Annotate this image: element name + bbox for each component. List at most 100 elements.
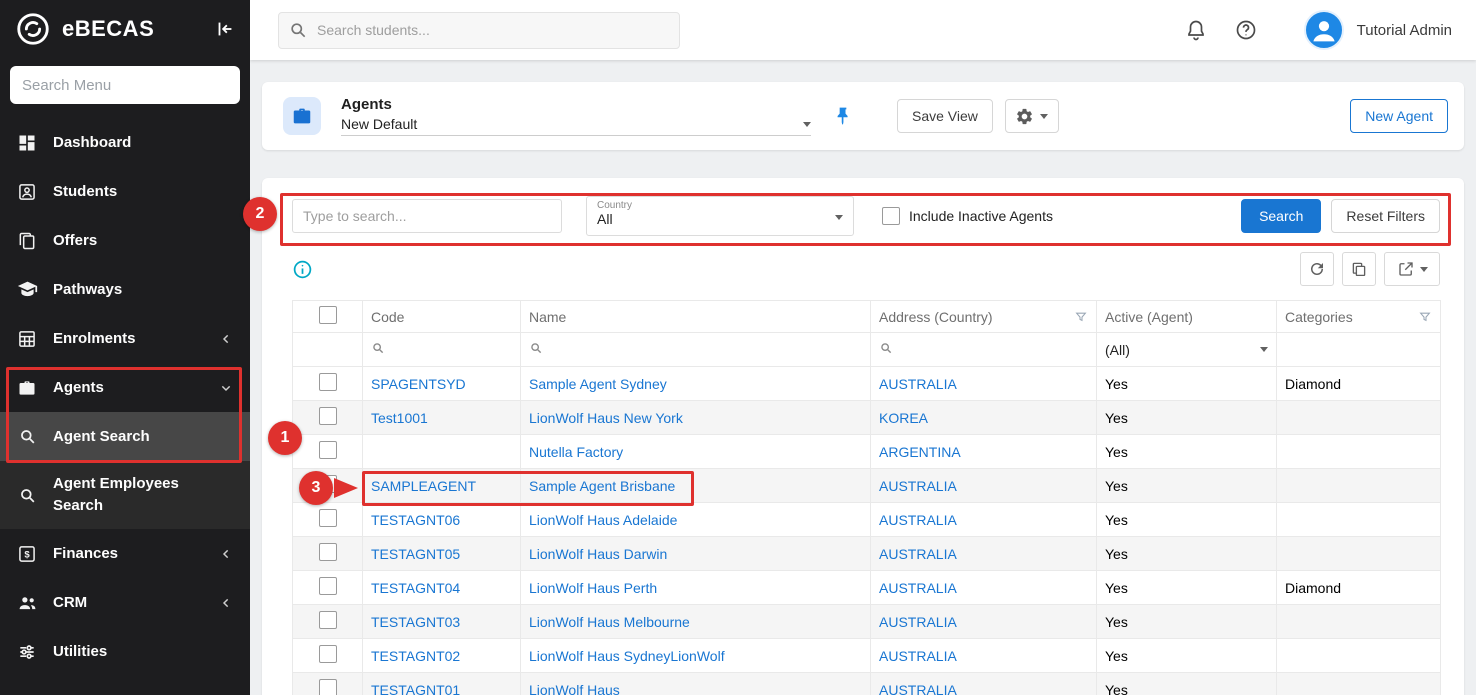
sidebar-item-crm[interactable]: CRM [0, 578, 250, 627]
row-checkbox[interactable] [319, 441, 337, 459]
page-title: Agents [341, 96, 811, 113]
agent-name-link[interactable]: Nutella Factory [529, 444, 623, 460]
table-row[interactable]: SAMPLEAGENT Sample Agent Brisbane AUSTRALI… [293, 469, 1441, 503]
agent-country-link[interactable]: AUSTRALIA [879, 614, 957, 630]
collapse-sidebar-icon[interactable] [214, 18, 236, 40]
user-menu[interactable]: Tutorial Admin [1304, 10, 1452, 50]
agents-panel-header: Agents New Default Save View New Agent [262, 82, 1464, 150]
search-button[interactable]: Search [1241, 199, 1321, 233]
agent-name-link[interactable]: LionWolf Haus Darwin [529, 546, 667, 562]
code-filter-cell[interactable] [363, 333, 521, 367]
agent-name-link[interactable]: LionWolf Haus Adelaide [529, 512, 677, 528]
menu-search-input[interactable] [10, 66, 240, 104]
agent-name-link[interactable]: LionWolf Haus SydneyLionWolf [529, 648, 725, 664]
agent-active-value: Yes [1105, 512, 1128, 528]
address-filter-cell[interactable] [871, 333, 1097, 367]
save-view-button[interactable]: Save View [897, 99, 993, 133]
row-checkbox[interactable] [319, 611, 337, 629]
row-checkbox[interactable] [319, 373, 337, 391]
table-row[interactable]: TESTAGNT03 LionWolf Haus Melbourne AUSTRAL… [293, 605, 1441, 639]
view-select[interactable]: New Default [341, 116, 811, 136]
agent-country-link[interactable]: AUSTRALIA [879, 580, 957, 596]
sidebar-item-agent-employees-search[interactable]: Agent Employees Search [0, 461, 250, 529]
agent-country-link[interactable]: AUSTRALIA [879, 376, 957, 392]
sidebar-item-label: Finances [53, 545, 118, 562]
agent-code-link[interactable]: TESTAGNT01 [371, 682, 460, 695]
agent-name-link[interactable]: LionWolf Haus Perth [529, 580, 657, 596]
agent-name-link[interactable]: Sample Agent Sydney [529, 376, 667, 392]
agent-code-link[interactable]: TESTAGNT04 [371, 580, 460, 596]
agent-name-link[interactable]: LionWolf Haus New York [529, 410, 683, 426]
include-inactive-checkbox[interactable] [882, 207, 900, 225]
refresh-button[interactable] [1300, 252, 1334, 286]
categories-filter-cell[interactable] [1277, 333, 1441, 367]
agent-country-link[interactable]: AUSTRALIA [879, 682, 957, 695]
column-header-code[interactable]: Code [363, 301, 521, 333]
grid-search-input[interactable] [292, 199, 562, 233]
table-row[interactable]: TESTAGNT06 LionWolf Haus Adelaide AUSTRALI… [293, 503, 1441, 537]
sidebar-nav: Dashboard Students Offers Pathways Enrol… [0, 118, 250, 676]
column-header-name[interactable]: Name [521, 301, 871, 333]
agent-name-link[interactable]: Sample Agent Brisbane [529, 478, 675, 494]
agent-code-link[interactable]: TESTAGNT06 [371, 512, 460, 528]
row-checkbox[interactable] [319, 679, 337, 695]
sidebar-item-utilities[interactable]: Utilities [0, 627, 250, 676]
table-row[interactable]: TESTAGNT04LionWolf Haus PerthAUSTRALIAYe… [293, 571, 1441, 605]
column-header-categories[interactable]: Categories [1277, 301, 1441, 333]
reset-filters-button[interactable]: Reset Filters [1331, 199, 1440, 233]
agent-country-link[interactable]: KOREA [879, 410, 928, 426]
table-row[interactable]: TESTAGNT01LionWolf HausAUSTRALIAYes [293, 673, 1441, 695]
agent-code-link[interactable]: TESTAGNT05 [371, 546, 460, 562]
agent-country-link[interactable]: ARGENTINA [879, 444, 961, 460]
student-search-input[interactable] [278, 12, 680, 49]
export-button[interactable] [1384, 252, 1440, 286]
select-all-checkbox[interactable] [319, 306, 337, 324]
agent-country-link[interactable]: AUSTRALIA [879, 478, 957, 494]
agent-code-link[interactable]: TESTAGNT02 [371, 648, 460, 664]
column-header-address[interactable]: Address (Country) [871, 301, 1097, 333]
table-row[interactable]: TESTAGNT05LionWolf Haus DarwinAUSTRALIAY… [293, 537, 1441, 571]
export-icon [1397, 260, 1415, 278]
agent-code-link[interactable]: SAMPLEAGENT [371, 478, 476, 494]
table-row[interactable]: SPAGENTSYDSample Agent SydneyAUSTRALIAYe… [293, 367, 1441, 401]
sidebar-item-pathways[interactable]: Pathways [0, 265, 250, 314]
view-settings-button[interactable] [1005, 99, 1059, 133]
agent-code-link[interactable]: SPAGENTSYD [371, 376, 466, 392]
sidebar-item-enrolments[interactable]: Enrolments [0, 314, 250, 363]
active-filter-cell[interactable]: (All) [1097, 333, 1277, 367]
agent-country-link[interactable]: AUSTRALIA [879, 546, 957, 562]
new-agent-button[interactable]: New Agent [1350, 99, 1448, 133]
table-row[interactable]: TESTAGNT02 LionWolf Haus SydneyLionWolf AU… [293, 639, 1441, 673]
column-header-active[interactable]: Active (Agent) [1097, 301, 1277, 333]
row-checkbox[interactable] [319, 577, 337, 595]
info-icon[interactable] [292, 259, 313, 280]
country-select[interactable]: Country All [586, 196, 854, 236]
row-checkbox[interactable] [319, 509, 337, 527]
agent-code-link[interactable]: TESTAGNT03 [371, 614, 460, 630]
row-checkbox[interactable] [319, 543, 337, 561]
sidebar-item-finances[interactable]: $ Finances [0, 529, 250, 578]
bell-icon[interactable] [1184, 18, 1208, 42]
agent-country-link[interactable]: AUSTRALIA [879, 648, 957, 664]
pin-icon[interactable] [833, 106, 853, 126]
sidebar-item-agent-search[interactable]: Agent Search [0, 412, 250, 461]
gear-icon [1015, 107, 1034, 126]
agent-name-link[interactable]: LionWolf Haus [529, 682, 620, 695]
sidebar-item-dashboard[interactable]: Dashboard [0, 118, 250, 167]
sidebar-item-agents[interactable]: Agents [0, 363, 250, 412]
row-checkbox[interactable] [319, 407, 337, 425]
agent-code-link[interactable]: Test1001 [371, 410, 428, 426]
help-icon[interactable] [1234, 18, 1258, 42]
table-row[interactable]: Test1001LionWolf Haus New YorkKOREAYes [293, 401, 1441, 435]
table-row[interactable]: Nutella FactoryARGENTINAYes [293, 435, 1441, 469]
utilities-icon [16, 642, 38, 662]
filter-funnel-icon[interactable] [1074, 310, 1088, 324]
sidebar-item-students[interactable]: Students [0, 167, 250, 216]
agent-country-link[interactable]: AUSTRALIA [879, 512, 957, 528]
agent-name-link[interactable]: LionWolf Haus Melbourne [529, 614, 690, 630]
name-filter-cell[interactable] [521, 333, 871, 367]
copy-button[interactable] [1342, 252, 1376, 286]
row-checkbox[interactable] [319, 645, 337, 663]
filter-funnel-icon[interactable] [1418, 310, 1432, 324]
sidebar-item-offers[interactable]: Offers [0, 216, 250, 265]
